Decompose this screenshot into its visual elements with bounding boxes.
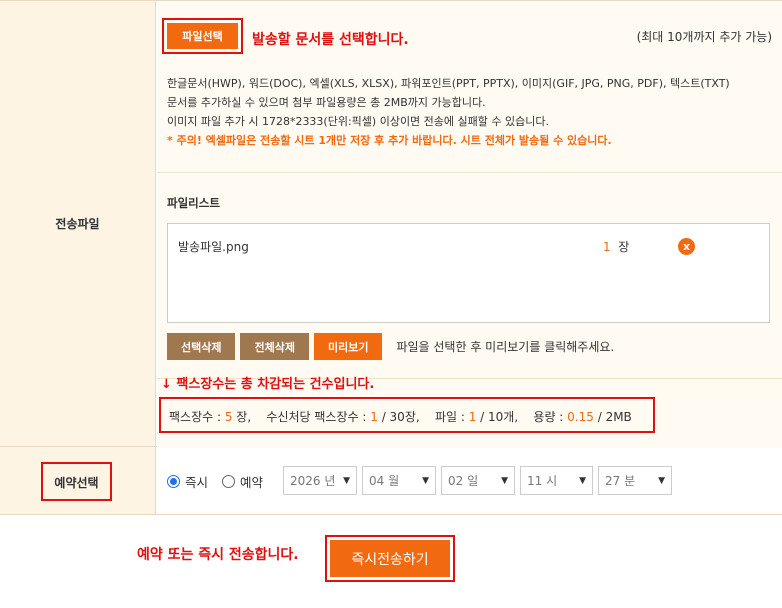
reserve-label-highlight: 예약선택 bbox=[41, 462, 112, 501]
per-recipient-value: 1 bbox=[370, 410, 378, 424]
chevron-down-icon: ▼ bbox=[658, 475, 665, 486]
delete-all-button[interactable]: 전체삭제 bbox=[240, 333, 309, 360]
submit-highlight: 즉시전송하기 bbox=[325, 535, 455, 582]
select-file-button[interactable]: 파일선택 bbox=[167, 23, 238, 49]
file-name: 발송파일.png bbox=[178, 240, 249, 254]
minute-select-value: 27 분 bbox=[605, 474, 636, 488]
month-select[interactable]: 04 월 ▼ bbox=[362, 466, 436, 495]
per-recipient-label: 수신처당 팩스장수 : bbox=[266, 410, 371, 424]
file-page-count-unit: 장 bbox=[618, 240, 630, 254]
radio-reserve[interactable] bbox=[222, 475, 236, 488]
file-list[interactable]: 발송파일.png 1 장 x bbox=[167, 223, 770, 323]
reserve-row-content: 즉시 예약 2026 년 ▼ 04 월 ▼ 02 일 ▼ 11 시 ▼ 27 분 ▼ bbox=[157, 447, 782, 514]
chevron-down-icon: ▼ bbox=[422, 475, 429, 486]
select-file-highlight: 파일선택 bbox=[162, 18, 243, 54]
desc-line-2: 문서를 추가하실 수 있으며 첨부 파일용량은 총 2MB까지 가능합니다. bbox=[167, 96, 486, 109]
chevron-down-icon: ▼ bbox=[501, 475, 508, 486]
desc-line-1: 한글문서(HWP), 워드(DOC), 엑셀(XLS, XLSX), 파워포인트… bbox=[167, 77, 730, 90]
desc-line-3: 이미지 파일 추가 시 1728*2333(단위:픽셀) 이상이면 전송에 실패… bbox=[167, 115, 549, 128]
send-mode-radio-group: 즉시 예약 bbox=[167, 472, 277, 491]
month-select-value: 04 월 bbox=[369, 474, 400, 488]
file-list-title: 파일리스트 bbox=[167, 196, 220, 210]
select-file-hint: 발송할 문서를 선택합니다. bbox=[252, 32, 409, 48]
size-unit: / 2MB bbox=[593, 410, 632, 424]
radio-reserve-label[interactable]: 예약 bbox=[240, 472, 263, 491]
desc-warning: * 주의! 엑셀파일은 전송할 시트 1개만 저장 후 추가 바랍니다. 시트 … bbox=[167, 134, 612, 147]
submit-hint: 예약 또는 즉시 전송합니다. bbox=[137, 547, 299, 563]
minute-select[interactable]: 27 분 ▼ bbox=[598, 466, 672, 495]
delete-selected-button[interactable]: 선택삭제 bbox=[167, 333, 236, 360]
send-now-button[interactable]: 즉시전송하기 bbox=[330, 540, 450, 577]
reserve-row: 예약선택 즉시 예약 2026 년 ▼ 04 월 ▼ 02 일 ▼ 11 시 ▼ 27 … bbox=[0, 447, 782, 515]
hour-select-value: 11 시 bbox=[527, 474, 558, 488]
max-files-note: (최대 10개까지 추가 가능) bbox=[636, 30, 772, 44]
file-description: 한글문서(HWP), 워드(DOC), 엑셀(XLS, XLSX), 파워포인트… bbox=[167, 74, 730, 150]
reserve-row-label-cell: 예약선택 bbox=[0, 447, 156, 514]
remove-file-icon[interactable]: x bbox=[678, 238, 695, 255]
preview-note: 파일을 선택한 후 미리보기를 클릭해주세요. bbox=[396, 340, 615, 354]
chevron-down-icon: ▼ bbox=[579, 475, 586, 486]
file-count-unit: / 10개, bbox=[476, 410, 519, 424]
file-action-buttons: 선택삭제 전체삭제 미리보기 파일을 선택한 후 미리보기를 클릭해주세요. bbox=[167, 333, 614, 360]
day-select[interactable]: 02 일 ▼ bbox=[441, 466, 515, 495]
fax-pages-label: 팩스장수 : bbox=[169, 410, 225, 424]
size-label: 용량 : bbox=[533, 410, 568, 424]
file-list-panel: 파일리스트 발송파일.png 1 장 x 선택삭제 전체삭제 미리보기 파일을 … bbox=[157, 173, 782, 379]
size-value: 0.15 bbox=[567, 410, 594, 424]
hour-select[interactable]: 11 시 ▼ bbox=[520, 466, 593, 495]
file-select-panel: 파일선택 발송할 문서를 선택합니다. (최대 10개까지 추가 가능) 한글문… bbox=[157, 1, 782, 173]
summary-hint: ↓ 팩스장수는 총 차감되는 건수입니다. bbox=[161, 377, 375, 392]
fax-pages-unit: 장, bbox=[232, 410, 252, 424]
day-select-value: 02 일 bbox=[448, 474, 479, 488]
file-row: 전송파일 파일선택 발송할 문서를 선택합니다. (최대 10개까지 추가 가능… bbox=[0, 0, 782, 448]
file-page-count-value: 1 bbox=[603, 240, 611, 254]
fax-summary: 팩스장수 : 5 장, 수신처당 팩스장수 : 1 / 30장, 파일 : 1 … bbox=[169, 408, 632, 425]
preview-button[interactable]: 미리보기 bbox=[313, 333, 383, 360]
reserve-row-label: 예약선택 bbox=[54, 476, 99, 490]
summary-highlight: 팩스장수 : 5 장, 수신처당 팩스장수 : 1 / 30장, 파일 : 1 … bbox=[159, 397, 655, 433]
submit-row: 예약 또는 즉시 전송합니다. 즉시전송하기 bbox=[0, 515, 782, 608]
reserve-datetime-selects: 2026 년 ▼ 04 월 ▼ 02 일 ▼ 11 시 ▼ 27 분 ▼ bbox=[283, 466, 672, 495]
radio-now[interactable] bbox=[167, 475, 180, 488]
radio-now-label[interactable]: 즉시 bbox=[185, 472, 208, 491]
year-select-value: 2026 년 bbox=[290, 474, 336, 488]
per-recipient-unit: / 30장, bbox=[377, 410, 420, 424]
year-select[interactable]: 2026 년 ▼ bbox=[283, 466, 357, 495]
file-page-count: 1 장 bbox=[603, 238, 629, 255]
fax-summary-panel: ↓ 팩스장수는 총 차감되는 건수입니다. 팩스장수 : 5 장, 수신처당 팩… bbox=[157, 377, 782, 448]
chevron-down-icon: ▼ bbox=[343, 475, 350, 486]
file-row-content: 파일선택 발송할 문서를 선택합니다. (최대 10개까지 추가 가능) 한글문… bbox=[157, 1, 782, 448]
file-count-label: 파일 : bbox=[434, 410, 469, 424]
file-row-label: 전송파일 bbox=[0, 1, 156, 446]
